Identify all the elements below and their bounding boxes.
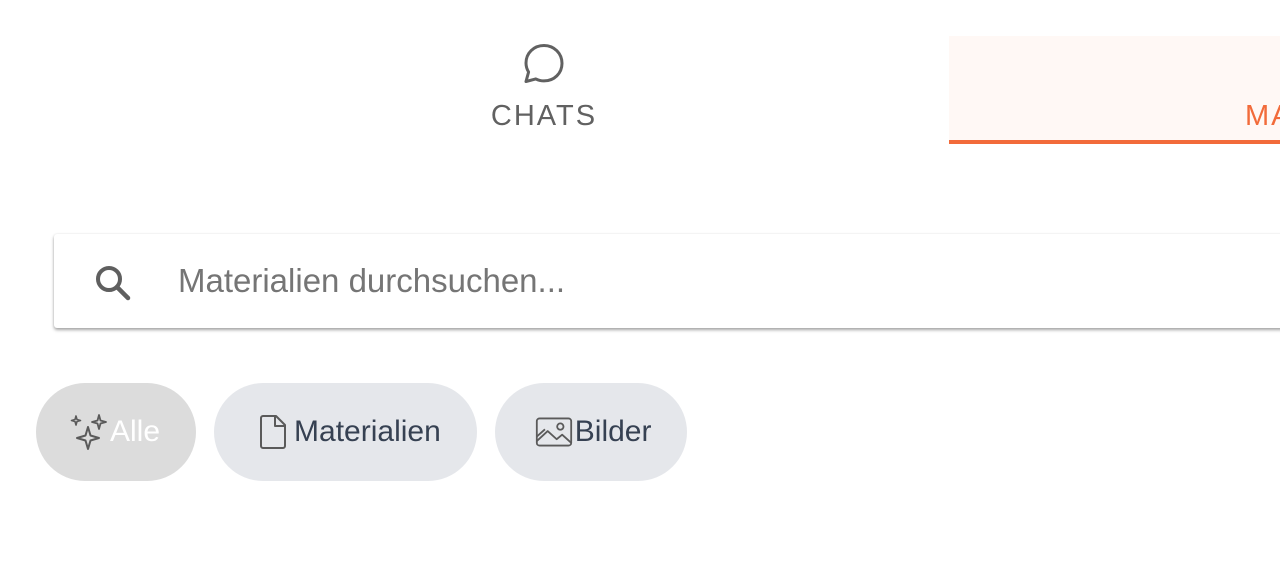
search-icon <box>96 266 131 301</box>
filter-chips: Alle Materialien Bilder <box>36 383 688 481</box>
search-bar <box>54 234 1280 328</box>
document-icon <box>260 415 287 449</box>
filter-chip-materialien[interactable]: Materialien <box>214 383 477 481</box>
tab-materialien-label: MA <box>1245 100 1280 132</box>
filter-chip-materialien-label: Materialien <box>294 415 441 448</box>
page: CHATS MA Alle Materialien <box>0 0 1280 585</box>
tab-chats-label: CHATS <box>490 100 598 132</box>
filter-chip-bilder-label: Bilder <box>574 415 652 448</box>
tab-chats[interactable]: CHATS <box>0 36 1088 144</box>
chat-bubble-icon <box>524 44 564 83</box>
filter-chip-bilder[interactable]: Bilder <box>494 383 688 481</box>
filter-chip-alle[interactable]: Alle <box>36 383 197 481</box>
sparkles-icon <box>70 414 107 450</box>
image-icon <box>535 417 572 447</box>
search-input[interactable] <box>178 252 1178 310</box>
tab-materialien[interactable]: MA <box>949 36 1280 144</box>
filter-chip-alle-label: Alle <box>110 415 161 448</box>
